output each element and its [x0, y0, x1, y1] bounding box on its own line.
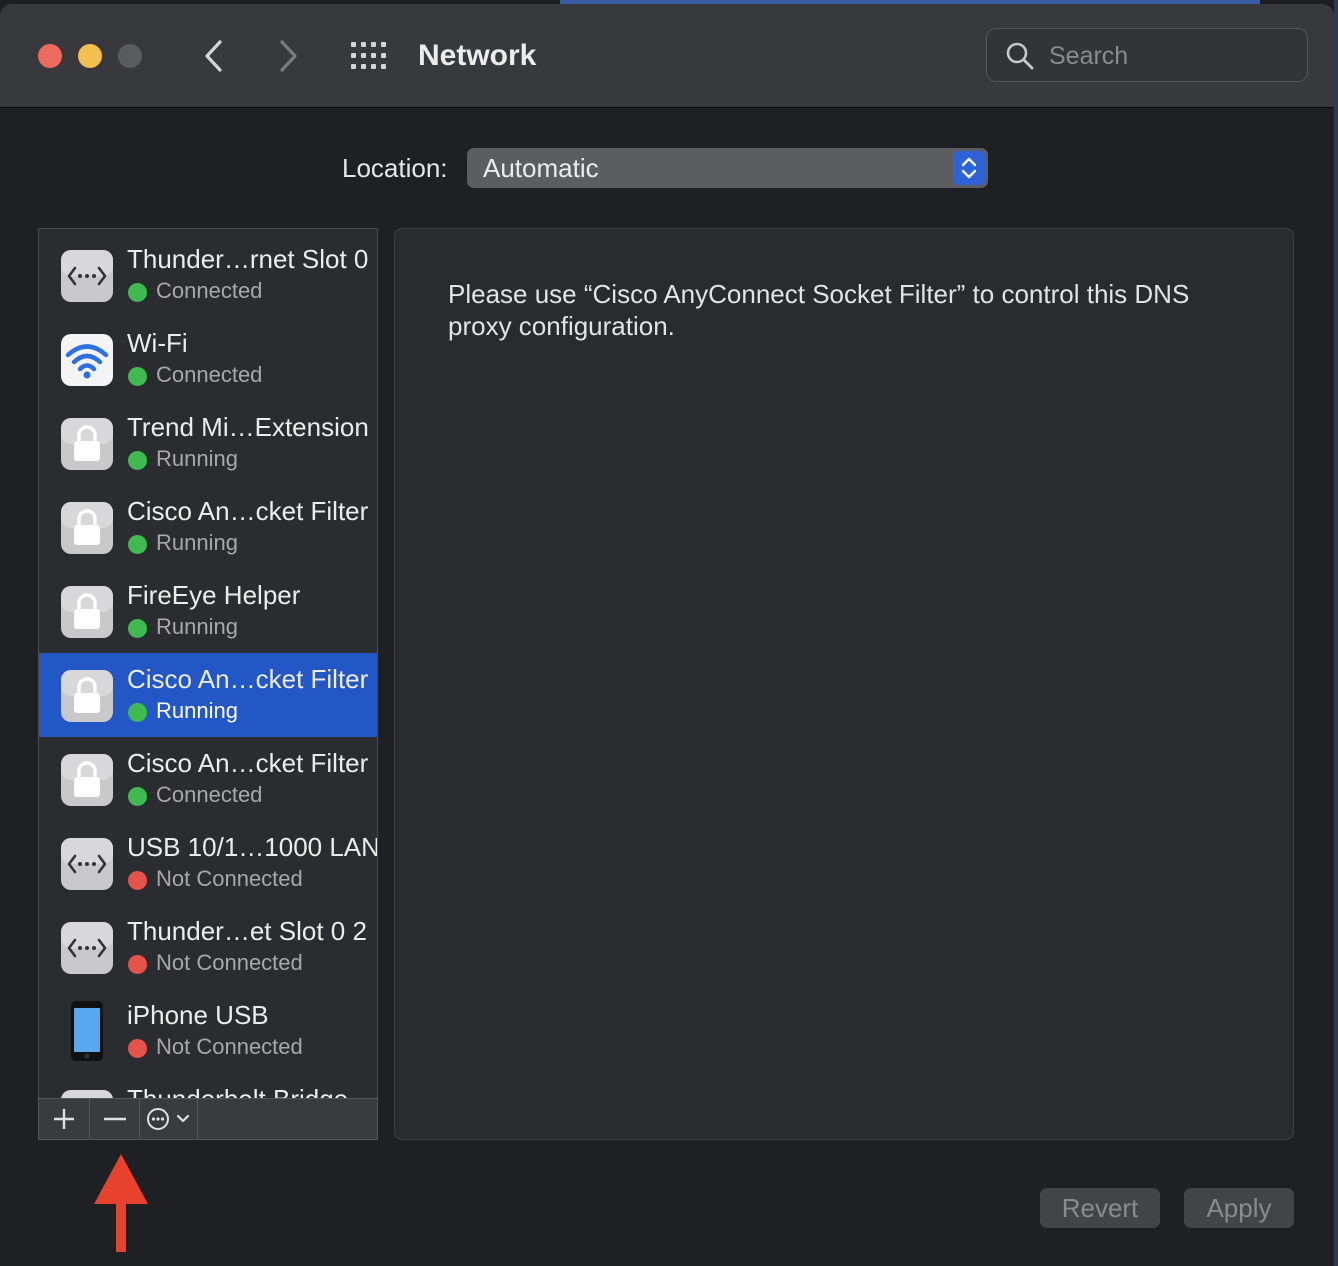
search-icon: [1006, 42, 1034, 70]
service-row[interactable]: FireEye Helper Running: [39, 569, 377, 653]
desktop-edge-right: [1334, 0, 1338, 1266]
ellipsis-circle-icon: [147, 1108, 190, 1130]
chevron-right-icon: [280, 40, 297, 72]
service-status: Running: [156, 446, 238, 471]
detail-pane: Please use “Cisco AnyConnect Socket Filt…: [394, 228, 1294, 1140]
network-preferences-window: Network Location: Automatic Thunder…rnet…: [0, 4, 1334, 1266]
search-input[interactable]: [1047, 37, 1291, 75]
wifi-icon: [61, 334, 113, 386]
status-dot: [128, 1039, 147, 1058]
service-name: Thunder…et Slot 0 2: [127, 916, 367, 946]
service-name: iPhone USB: [127, 1000, 269, 1030]
lock-icon: [61, 502, 113, 554]
service-row[interactable]: Wi-Fi Connected: [39, 317, 377, 401]
service-name: Thunder…rnet Slot 0: [127, 244, 369, 274]
service-name: Cisco An…cket Filter: [127, 496, 369, 526]
service-name: USB 10/1…1000 LAN: [127, 832, 378, 862]
service-name: Cisco An…cket Filter: [127, 664, 369, 694]
plus-icon: [54, 1109, 74, 1129]
add-service-button[interactable]: [39, 1099, 90, 1139]
zoom-button[interactable]: [118, 44, 142, 68]
service-status: Running: [156, 530, 238, 555]
show-all-grid-icon[interactable]: [350, 40, 388, 72]
forward-button[interactable]: [270, 36, 306, 76]
status-dot: [128, 787, 147, 806]
remove-service-button[interactable]: [90, 1099, 140, 1139]
action-menu-button[interactable]: [140, 1099, 198, 1139]
service-list-toolbar: [38, 1098, 378, 1140]
title-bar: Network: [0, 4, 1334, 108]
service-status: Not Connected: [156, 950, 303, 975]
lock-icon: [61, 586, 113, 638]
dns-proxy-message: Please use “Cisco AnyConnect Socket Filt…: [448, 279, 1190, 341]
service-row[interactable]: iPhone USB Not Connected: [39, 989, 377, 1073]
service-row[interactable]: Cisco An…cket Filter Connected: [39, 737, 377, 821]
back-button[interactable]: [196, 36, 232, 76]
status-dot: [128, 955, 147, 974]
search-field[interactable]: [986, 28, 1308, 82]
service-row[interactable]: Thunder…et Slot 0 2 Not Connected: [39, 905, 377, 989]
annotation-arrow-icon: [94, 1154, 148, 1252]
ethernet-icon: [61, 250, 113, 302]
service-row[interactable]: USB 10/1…1000 LAN Not Connected: [39, 821, 377, 905]
service-name: Wi-Fi: [127, 328, 188, 358]
service-status: Connected: [156, 362, 263, 387]
revert-button[interactable]: Revert: [1040, 1188, 1160, 1228]
iphone-icon: [61, 1001, 113, 1061]
status-dot: [128, 535, 147, 554]
close-button[interactable]: [38, 44, 62, 68]
service-row[interactable]: Cisco An…cket Filter Running: [39, 485, 377, 569]
location-value: Automatic: [483, 153, 599, 183]
service-status: Not Connected: [156, 866, 303, 891]
service-name: FireEye Helper: [127, 580, 301, 610]
lock-icon: [61, 418, 113, 470]
status-dot: [128, 283, 147, 302]
ethernet-icon: [61, 922, 113, 974]
popup-stepper-icon: [953, 151, 985, 185]
status-dot: [128, 703, 147, 722]
chevron-left-icon: [205, 40, 222, 72]
service-status: Connected: [156, 782, 263, 807]
service-list[interactable]: Thunder…rnet Slot 0 Connected Wi-Fi Connect…: [38, 228, 378, 1140]
lock-icon: [61, 754, 113, 806]
service-row[interactable]: Thunder…rnet Slot 0 Connected: [39, 233, 377, 317]
service-row[interactable]: Cisco An…cket Filter Running: [39, 653, 377, 737]
service-status: Not Connected: [156, 1034, 303, 1059]
service-name: Cisco An…cket Filter: [127, 748, 369, 778]
service-status: Connected: [156, 278, 263, 303]
service-name: Trend Mi…Extension: [127, 412, 369, 442]
service-status: Running: [156, 698, 238, 723]
ethernet-icon: [61, 838, 113, 890]
minus-icon: [104, 1117, 126, 1121]
status-dot: [128, 619, 147, 638]
apply-button[interactable]: Apply: [1184, 1188, 1294, 1228]
location-popup[interactable]: Automatic: [467, 148, 988, 188]
location-label: Location:: [342, 153, 448, 183]
status-dot: [128, 367, 147, 386]
service-status: Running: [156, 614, 238, 639]
status-dot: [128, 451, 147, 470]
minimize-button[interactable]: [78, 44, 102, 68]
lock-icon: [61, 670, 113, 722]
window-title: Network: [418, 39, 537, 72]
status-dot: [128, 871, 147, 890]
service-row[interactable]: Trend Mi…Extension Running: [39, 401, 377, 485]
